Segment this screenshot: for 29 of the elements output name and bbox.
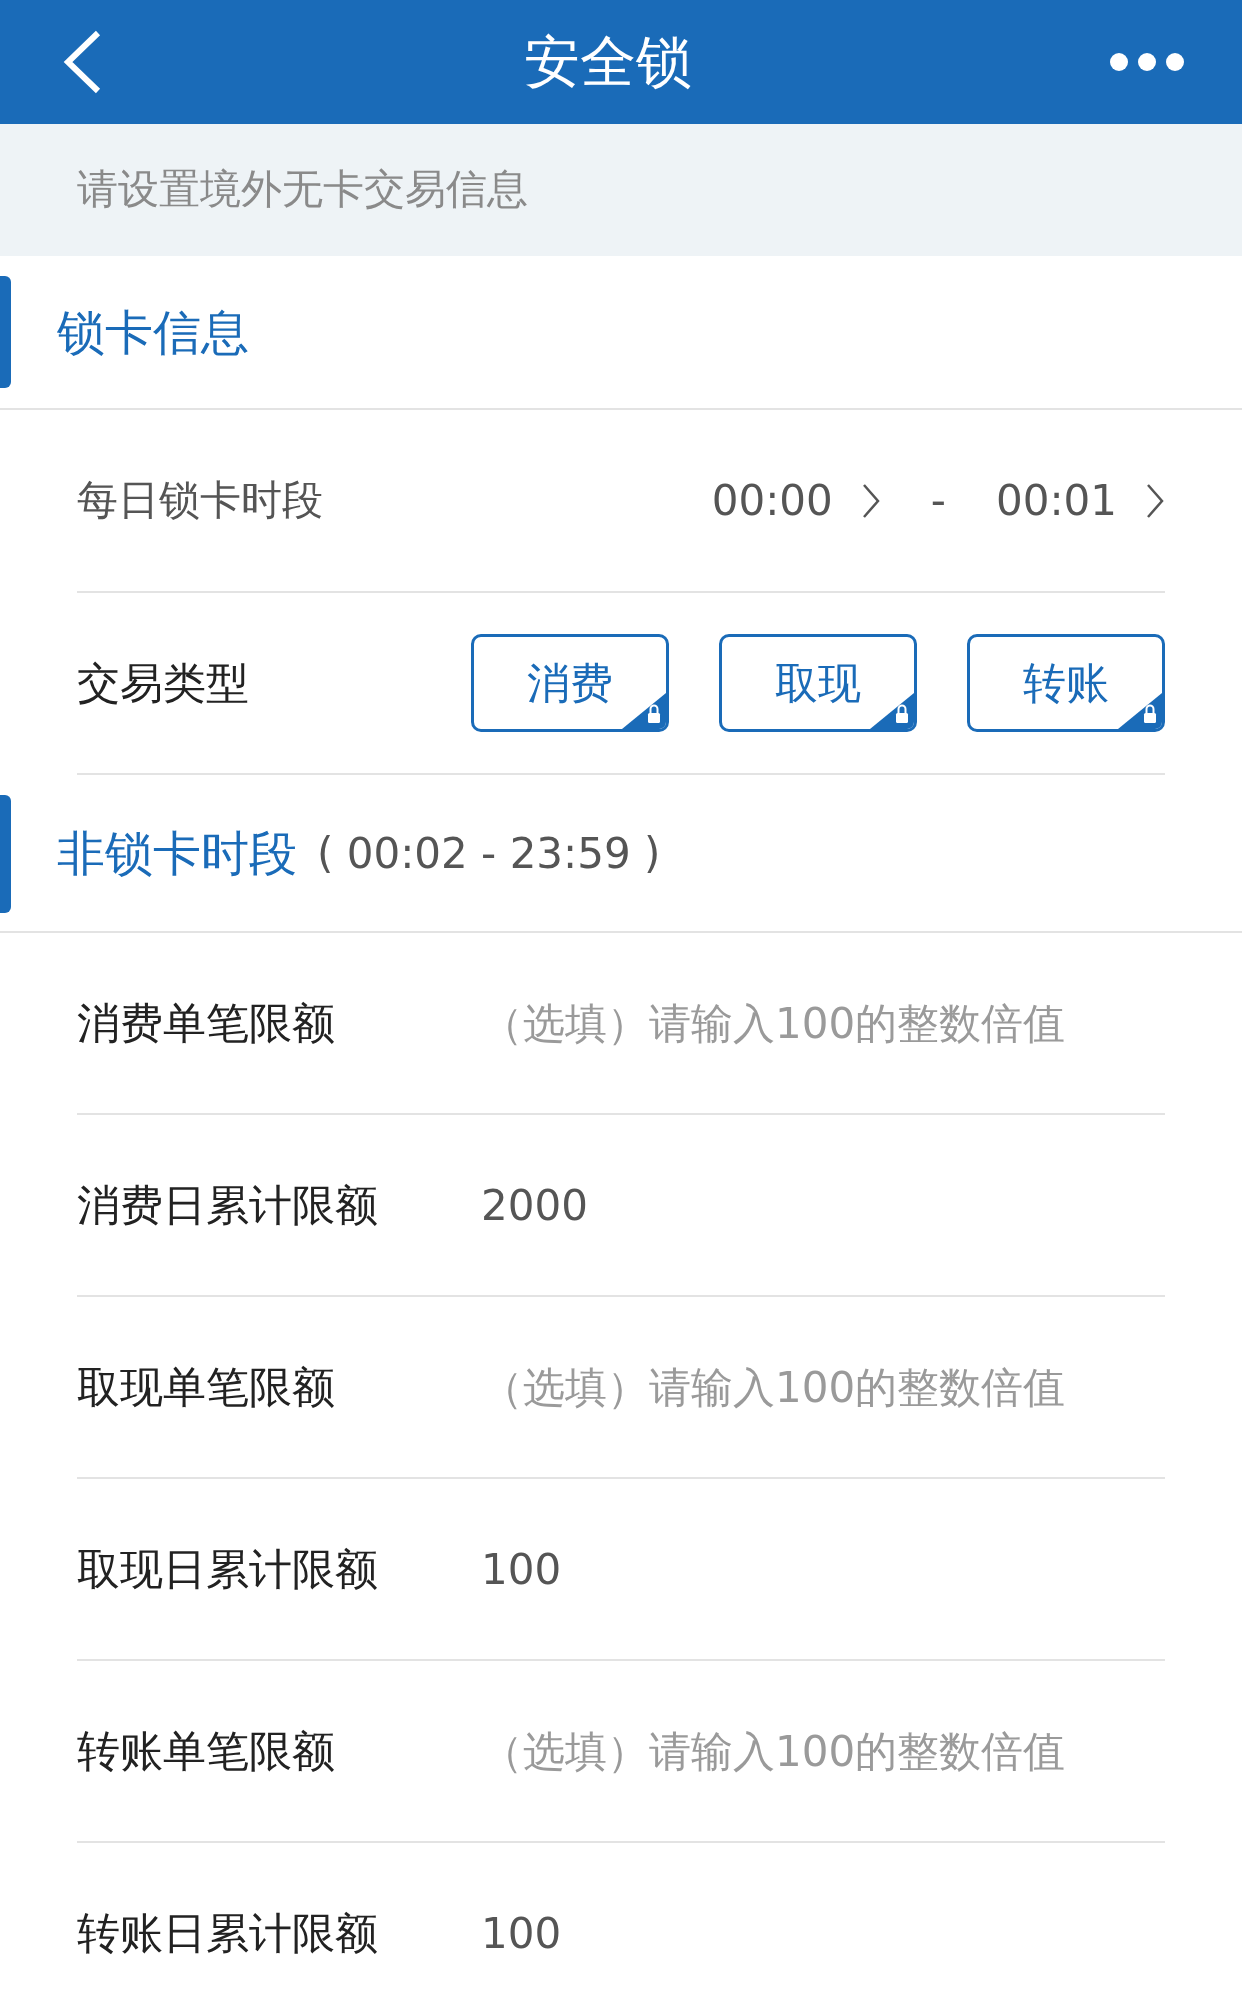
row-label: 交易类型 [77,656,249,710]
lock-icon [870,693,914,729]
page-title: 安全锁 [524,34,692,90]
field-label: 取现日累计限额 [77,1542,379,1596]
section-title: 非锁卡时段 [57,824,297,883]
row-label: 每日锁卡时段 [77,474,323,526]
lock-icon [622,693,666,729]
field-label: 转账单笔限额 [77,1724,336,1778]
amount-field[interactable]: 100 [481,1901,1165,1965]
amount-field[interactable]: （选填）请输入100的整数倍值 [481,991,1165,1055]
section-title: 锁卡信息 [57,303,249,362]
notice-text: 请设置境外无卡交易信息 [77,164,528,216]
transaction-type-button[interactable]: 转账 [967,634,1165,732]
time-separator: - [930,475,946,527]
field-label: 消费单笔限额 [77,996,336,1050]
amount-field[interactable]: （选填）请输入100的整数倍值 [481,1719,1165,1783]
field-label: 取现单笔限额 [77,1360,336,1414]
end-time-picker[interactable]: 00:01 [995,469,1165,532]
amount-field[interactable]: （选填）请输入100的整数倍值 [481,1355,1165,1419]
amount-field[interactable]: 2000 [481,1173,1165,1237]
field-label: 转账日累计限额 [77,1906,379,1960]
lock-icon [1118,693,1162,729]
more-icon[interactable] [1110,52,1184,72]
field-label: 消费日累计限额 [77,1178,379,1232]
amount-field[interactable]: 100 [481,1537,1165,1601]
start-time-picker[interactable]: 00:00 [711,469,881,532]
transaction-type-button[interactable]: 消费 [471,634,669,732]
transaction-type-button[interactable]: 取现 [719,634,917,732]
time-range: ( 00:02 - 23:59 ) [317,827,661,880]
